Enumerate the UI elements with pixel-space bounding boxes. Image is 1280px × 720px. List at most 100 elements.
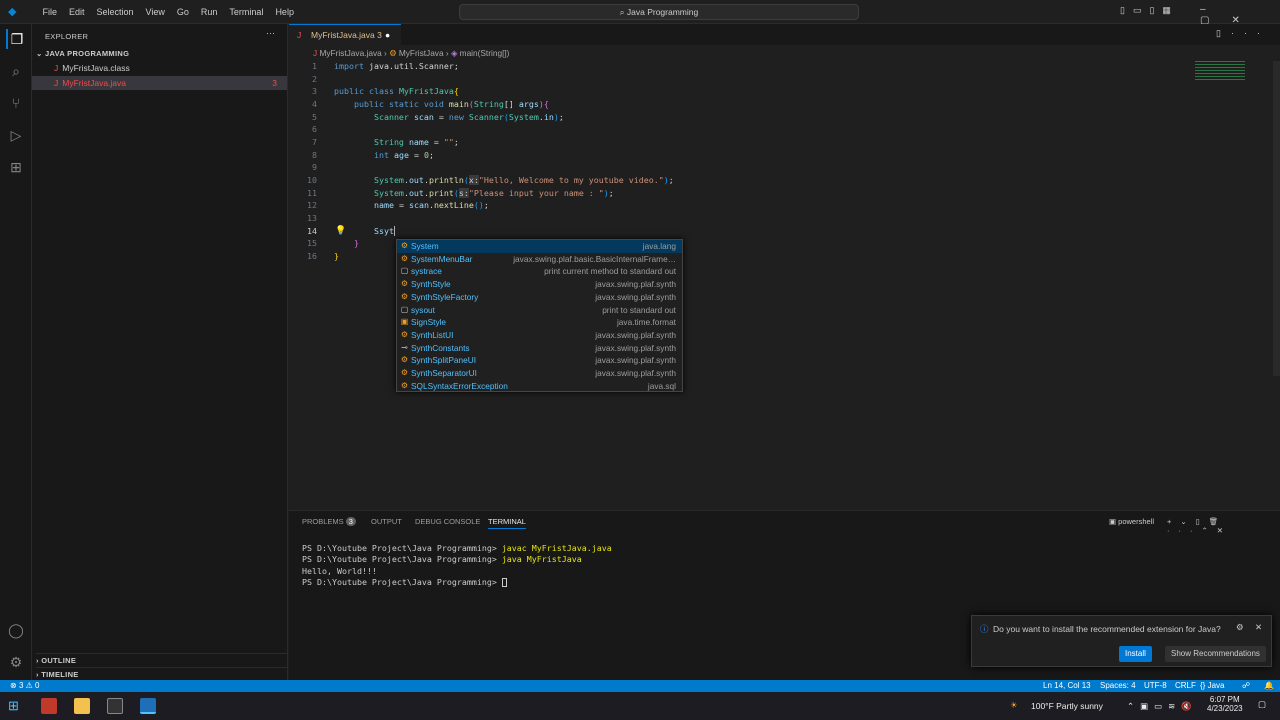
- code-line[interactable]: String name = "";: [334, 137, 459, 147]
- feedback-icon[interactable]: ☍: [1242, 680, 1250, 692]
- vscode-app-icon[interactable]: [140, 698, 156, 714]
- terminal-shell-selector[interactable]: ▣ powershell: [1109, 517, 1154, 526]
- file-explorer-icon[interactable]: [74, 698, 90, 714]
- sidebar-title: EXPLORER: [45, 32, 89, 41]
- tab-problems[interactable]: PROBLEMS 3: [302, 517, 356, 526]
- language-mode[interactable]: {} Java: [1200, 680, 1224, 692]
- menu-go[interactable]: Go: [177, 7, 189, 17]
- menu-run[interactable]: Run: [201, 7, 218, 17]
- code-line[interactable]: int age = 0;: [334, 150, 434, 160]
- run-debug-icon[interactable]: ▷: [6, 125, 26, 145]
- code-line[interactable]: import java.util.Scanner;: [334, 61, 459, 71]
- terminal-app-icon[interactable]: [107, 698, 123, 714]
- close-icon[interactable]: ✕: [1255, 622, 1262, 633]
- outline-section[interactable]: › OUTLINE: [36, 653, 288, 665]
- file-item[interactable]: J MyFristJava.class: [32, 61, 287, 75]
- suggestion-label: System: [411, 241, 439, 251]
- code-line[interactable]: name = scan.nextLine();: [334, 200, 489, 210]
- tab-output[interactable]: OUTPUT: [371, 517, 402, 526]
- clock[interactable]: 6:07 PM 4/23/2023: [1207, 695, 1243, 713]
- tab-terminal[interactable]: TERMINAL: [488, 517, 526, 529]
- code-line[interactable]: System.out.println(x:"Hello, Welcome to …: [334, 175, 674, 186]
- command-center-search[interactable]: ⌕ Java Programming: [459, 4, 859, 20]
- tab-label: MyFristJava.java: [311, 30, 375, 40]
- line-ending[interactable]: CRLF: [1175, 680, 1196, 692]
- window-controls[interactable]: –▢✕: [1200, 4, 1280, 26]
- menu-edit[interactable]: Edit: [69, 7, 85, 17]
- menu-terminal[interactable]: Terminal: [229, 7, 263, 17]
- tab-debug-console[interactable]: DEBUG CONSOLE: [415, 517, 480, 526]
- gear-icon[interactable]: ⚙: [1236, 622, 1244, 633]
- windows-start-icon[interactable]: ⊞: [8, 698, 24, 714]
- folder-name: JAVA PROGRAMMING: [44, 49, 130, 58]
- weather-text[interactable]: 100°F Partly sunny: [1031, 701, 1103, 711]
- more-actions-icon[interactable]: ···: [266, 28, 275, 38]
- class-icon: ⚙: [400, 329, 409, 339]
- lightbulb-icon[interactable]: 💡: [335, 225, 346, 236]
- notification-center-icon[interactable]: ▢: [1258, 699, 1266, 710]
- suggestion-item[interactable]: ⚙ SQLSyntaxErrorException java.sql: [397, 380, 682, 393]
- breadcrumb-item[interactable]: MyFristJava: [399, 48, 444, 58]
- notifications-bell-icon[interactable]: 🔔: [1264, 680, 1274, 692]
- suggestion-label: SynthListUI: [411, 329, 454, 340]
- minimap[interactable]: [1195, 61, 1245, 81]
- install-button[interactable]: Install: [1119, 646, 1152, 662]
- problems-status[interactable]: ⊗ 3 ⚠ 0: [10, 680, 39, 692]
- suggestion-detail: print to standard out: [602, 304, 676, 315]
- suggestion-item[interactable]: ⊸ SynthConstants javax.swing.plaf.synth: [397, 342, 682, 355]
- suggestion-label: SQLSyntaxErrorException: [411, 380, 508, 391]
- show-recommendations-button[interactable]: Show Recommendations: [1165, 646, 1266, 662]
- suggestion-item[interactable]: ⚙ SynthSeparatorUI javax.swing.plaf.synth: [397, 367, 682, 380]
- layout-controls[interactable]: ▯▭▯▦: [1120, 5, 1179, 16]
- search-icon[interactable]: ⌕: [6, 61, 26, 81]
- panel-actions[interactable]: +⌄▯🗑···⌃✕: [1167, 517, 1280, 535]
- menu-view[interactable]: View: [146, 7, 165, 17]
- suggestion-widget: ⚙ System java.lang ⚙ SystemMenuBar javax.swin…: [396, 239, 683, 392]
- code-line[interactable]: public class MyFristJava{: [334, 86, 459, 96]
- suggestion-item[interactable]: ▢ sysout print to standard out: [397, 304, 682, 317]
- account-icon[interactable]: ◯: [6, 620, 26, 640]
- tab-myfristjava[interactable]: J MyFristJava.java 3 ●: [289, 24, 401, 45]
- code-token: public class: [334, 86, 399, 97]
- file-item[interactable]: J MyFristJava.java 3: [32, 76, 287, 90]
- code-token: public static void: [334, 99, 449, 109]
- editor-scrollbar[interactable]: [1273, 61, 1280, 376]
- suggestion-item[interactable]: ⚙ SynthStyleFactory javax.swing.plaf.synth: [397, 291, 682, 304]
- menu-help[interactable]: Help: [275, 7, 294, 17]
- code-line[interactable]: Scanner scan = new Scanner(System.in);: [334, 112, 564, 122]
- suggestion-item[interactable]: ⚙ SynthSplitPaneUI javax.swing.plaf.synth: [397, 354, 682, 367]
- notification-toast: ⓘ Do you want to install the recommended…: [971, 615, 1272, 667]
- menu-selection[interactable]: Selection: [97, 7, 134, 17]
- tab-badge: 3: [377, 30, 382, 40]
- suggestion-item[interactable]: ⚙ System java.lang: [397, 240, 682, 253]
- suggestion-item[interactable]: ▢ systrace print current method to standar…: [397, 265, 682, 278]
- breadcrumb-item[interactable]: MyFristJava.java: [319, 48, 381, 58]
- code-line[interactable]: }: [334, 238, 359, 248]
- extensions-icon[interactable]: ⊞: [6, 157, 26, 177]
- line-number: 4: [312, 99, 317, 109]
- cursor-position[interactable]: Ln 14, Col 13: [1043, 680, 1091, 692]
- breadcrumb-item[interactable]: main(String[]): [460, 48, 510, 58]
- folder-header[interactable]: ⌄ JAVA PROGRAMMING: [36, 49, 129, 58]
- suggestion-item[interactable]: ⚙ SynthListUI javax.swing.plaf.synth: [397, 329, 682, 342]
- code-line[interactable]: }: [334, 251, 339, 261]
- code-token: int: [334, 149, 394, 160]
- code-line[interactable]: System.out.print(s:"Please input your na…: [334, 187, 614, 198]
- explorer-icon[interactable]: ❐: [6, 29, 26, 49]
- system-tray-icons[interactable]: ⌃▣▭≋🔇: [1127, 701, 1198, 712]
- menu-file[interactable]: File: [42, 7, 57, 17]
- suggestion-item[interactable]: ▣ SignStyle java.time.format: [397, 316, 682, 329]
- encoding[interactable]: UTF-8: [1144, 680, 1167, 692]
- editor-actions[interactable]: ▯···: [1216, 28, 1270, 39]
- source-control-icon[interactable]: ⑂: [6, 93, 26, 113]
- code-line[interactable]: public static void main(String[] args){: [334, 99, 549, 109]
- unsaved-dot-icon[interactable]: ●: [385, 25, 390, 45]
- timeline-section[interactable]: › TIMELINE: [36, 667, 288, 679]
- line-number: 2: [312, 73, 317, 84]
- suggestion-item[interactable]: ⚙ SystemMenuBar javax.swing.plaf.basic.Bas…: [397, 253, 682, 266]
- suggestion-item[interactable]: ⚙ SynthStyle javax.swing.plaf.synth: [397, 278, 682, 291]
- suggestion-label: SynthConstants: [411, 342, 470, 353]
- gear-icon[interactable]: ⚙: [6, 652, 26, 672]
- indentation[interactable]: Spaces: 4: [1100, 680, 1136, 692]
- app-icon[interactable]: [41, 698, 57, 714]
